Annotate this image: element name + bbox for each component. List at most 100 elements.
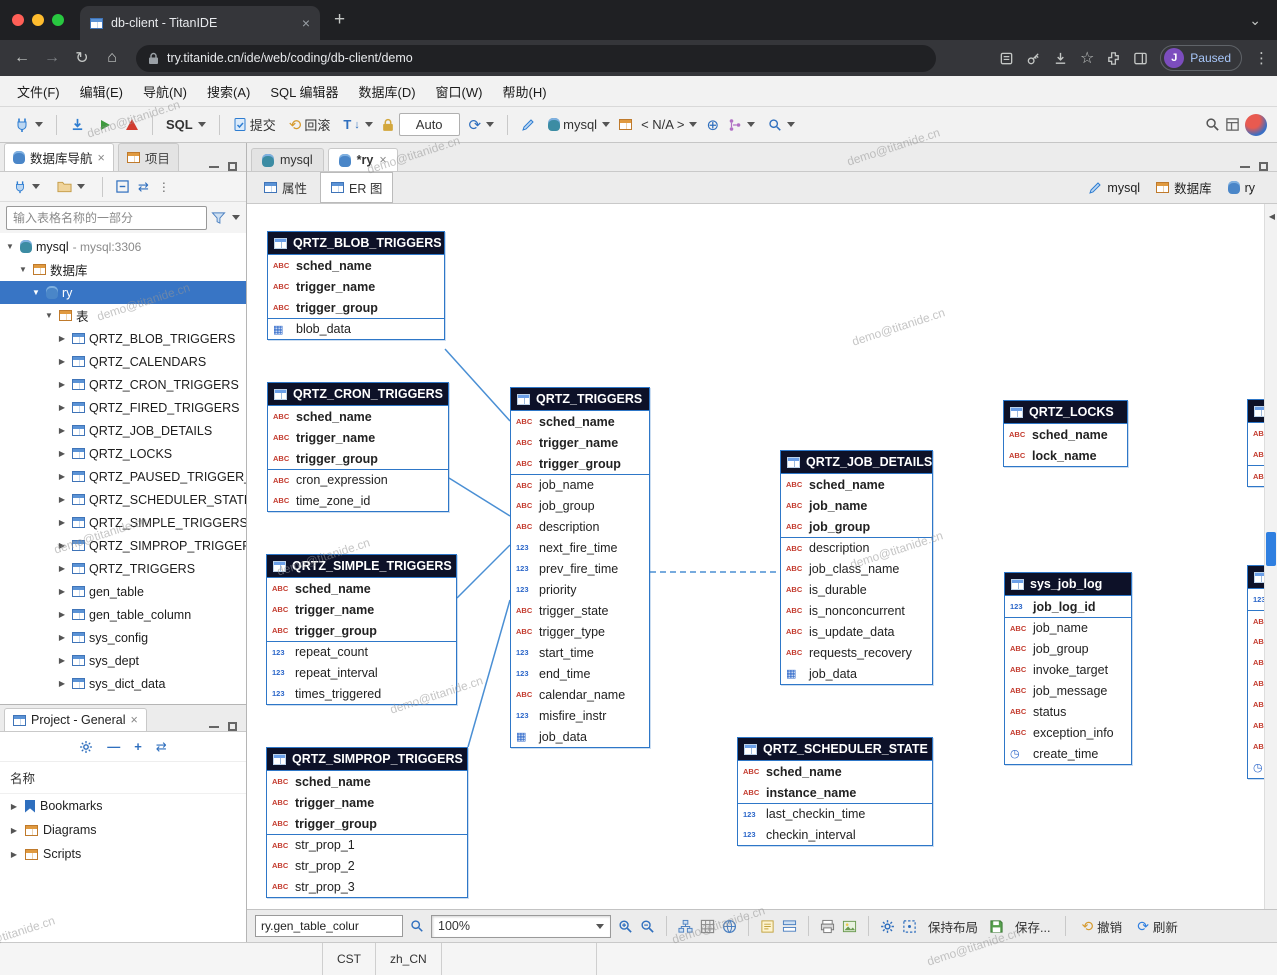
chevron-right-icon[interactable]: ▶ [56, 656, 68, 665]
er-column[interactable]: ABCjob_name [1005, 617, 1131, 638]
tree-item-QRTZ_CALENDARS[interactable]: ▶QRTZ_CALENDARS [0, 350, 246, 373]
rollback-button[interactable]: ⟲回滚 [285, 112, 335, 137]
tab-close-icon[interactable]: × [302, 15, 310, 31]
er-column[interactable]: ABCstr_prop_3 [267, 876, 467, 897]
tab-list-chevron-icon[interactable]: ⌄ [1249, 12, 1261, 29]
tab-project-general[interactable]: Project - General × [4, 708, 147, 731]
er-column[interactable]: ABCtrigger_name [267, 792, 467, 813]
er-entity-QRTZ_LOCKS[interactable]: QRTZ_LOCKSABCsched_nameABClock_name [1003, 400, 1128, 467]
menu-item[interactable]: 编辑(E) [71, 78, 132, 105]
chevron-right-icon[interactable]: ▶ [56, 357, 68, 366]
chevron-right-icon[interactable]: ▶ [8, 850, 20, 859]
er-column[interactable]: ABCis_durable [781, 579, 932, 600]
diagram-settings-gear-icon[interactable] [880, 919, 895, 934]
export-image-icon[interactable] [842, 919, 857, 934]
home-button[interactable]: ⌂ [98, 49, 126, 67]
er-column[interactable]: ABCsched_name [1004, 424, 1127, 445]
tree-item-QRTZ_LOCKS[interactable]: ▶QRTZ_LOCKS [0, 442, 246, 465]
er-column[interactable]: ABCjob_group [511, 495, 649, 516]
project-item-scripts[interactable]: ▶Scripts [0, 842, 246, 866]
tree-item-gen_table_column[interactable]: ▶gen_table_column [0, 603, 246, 626]
er-entity-QRTZ_SIMPROP_TRIGGERS[interactable]: QRTZ_SIMPROP_TRIGGERSABCsched_nameABCtri… [266, 747, 468, 898]
chevron-down-icon[interactable]: ▼ [4, 242, 16, 251]
er-column[interactable]: 123checkin_interval [738, 824, 932, 845]
select-region-icon[interactable] [902, 919, 917, 934]
sql-dialect-select[interactable]: SQL [162, 114, 210, 135]
tree-item-mysql[interactable]: ▼mysql - mysql:3306 [0, 235, 246, 258]
er-column[interactable]: ABCsched_name [268, 255, 444, 276]
er-column[interactable]: ABCis_update_data [781, 621, 932, 642]
side-panel-icon[interactable] [1133, 51, 1148, 66]
tree-item-QRTZ_PAUSED_TRIGGER_GRPS[interactable]: ▶QRTZ_PAUSED_TRIGGER_GRPS [0, 465, 246, 488]
er-entity-header[interactable]: QRTZ_LOCKS [1004, 401, 1127, 424]
run-script-button[interactable] [94, 115, 116, 135]
er-column[interactable]: 123repeat_count [267, 641, 456, 662]
er-column[interactable]: 123last_checkin_time [738, 803, 932, 824]
er-column[interactable]: ABCtrigger_group [268, 448, 448, 469]
er-column[interactable]: ABCcron_expression [268, 469, 448, 490]
collapse-panel-arrow-icon[interactable]: ◀ [1269, 212, 1275, 221]
diagram-view-icon[interactable] [722, 919, 737, 934]
chevron-right-icon[interactable]: ▶ [56, 587, 68, 596]
er-column[interactable]: ABCtrigger_group [267, 813, 467, 834]
er-column[interactable]: ABClock_name [1004, 445, 1127, 466]
er-column[interactable]: ▦blob_data [268, 318, 444, 339]
sql-editor-button[interactable] [66, 114, 89, 135]
er-column[interactable]: ABCjob_group [1005, 638, 1131, 659]
er-column[interactable]: ABCsched_name [267, 771, 467, 792]
er-column[interactable]: 123end_time [511, 663, 649, 684]
er-column[interactable]: ABCtime_zone_id [268, 490, 448, 511]
er-column[interactable]: ABCtrigger_group [268, 297, 444, 318]
er-column[interactable]: ABCtrigger_group [267, 620, 456, 641]
tab-projects[interactable]: 项目 [118, 143, 179, 171]
diagram-search-input[interactable] [255, 915, 403, 937]
notes-icon[interactable] [760, 919, 775, 934]
view-menu-kebab-icon[interactable]: ⋮ [158, 180, 170, 194]
er-relation-line[interactable] [468, 600, 510, 747]
er-column[interactable]: ABCtrigger_name [268, 427, 448, 448]
back-button[interactable]: ← [8, 49, 36, 67]
context-connection[interactable]: mysql [1088, 181, 1140, 195]
tree-item-sys_dict_data[interactable]: ▶sys_dict_data [0, 672, 246, 695]
er-column[interactable]: ABCtrigger_type [511, 621, 649, 642]
er-column[interactable]: 123next_fire_time [511, 537, 649, 558]
er-column[interactable]: ABCrequests_recovery [781, 642, 932, 663]
tab-database-navigator[interactable]: 数据库导航 × [4, 143, 114, 171]
new-folder-button[interactable] [53, 177, 89, 196]
chevron-right-icon[interactable]: ▶ [56, 679, 68, 688]
er-entity-sys_job_log[interactable]: sys_job_log123job_log_idABCjob_nameABCjo… [1004, 572, 1132, 765]
chevron-down-icon[interactable]: ▼ [30, 288, 42, 297]
er-entity-QRTZ_BLOB_TRIGGERS[interactable]: QRTZ_BLOB_TRIGGERSABCsched_name ABCtrigge… [267, 231, 445, 340]
er-column[interactable]: ABCinstance_name [738, 782, 932, 803]
er-relation-line[interactable] [445, 349, 510, 421]
er-column[interactable]: 123repeat_interval [267, 662, 456, 683]
collapse-all-icon[interactable] [116, 180, 129, 193]
undo-button[interactable]: ⟲撤销 [1077, 915, 1126, 938]
er-entity-header[interactable]: QRTZ_SCHEDULER_STATE [738, 738, 932, 761]
minimize-view-icon[interactable] [209, 726, 219, 728]
search-tools-select[interactable] [764, 115, 799, 135]
menu-item[interactable]: 搜索(A) [198, 78, 259, 105]
new-connection-button[interactable] [9, 177, 44, 197]
tree-item-表[interactable]: ▼表 [0, 304, 246, 327]
gear-icon[interactable] [79, 740, 93, 754]
zoom-in-icon[interactable] [618, 919, 633, 934]
er-entity-header[interactable]: sys_job_log [1005, 573, 1131, 596]
perspective-layout-icon[interactable] [1225, 117, 1240, 132]
project-item-diagrams[interactable]: ▶Diagrams [0, 818, 246, 842]
bookmark-star-icon[interactable]: ☆ [1080, 48, 1094, 68]
er-column[interactable]: ABCdescription [511, 516, 649, 537]
maximize-view-icon[interactable] [228, 162, 237, 171]
er-column[interactable]: ABCstr_prop_2 [267, 855, 467, 876]
tree-item-QRTZ_SIMPROP_TRIGGERS[interactable]: ▶QRTZ_SIMPROP_TRIGGERS [0, 534, 246, 557]
er-entity-header[interactable]: QRTZ_BLOB_TRIGGERS [268, 232, 444, 255]
auto-layout-icon[interactable] [678, 919, 693, 934]
close-icon[interactable]: × [379, 153, 386, 167]
er-column[interactable]: 123priority [511, 579, 649, 600]
er-column[interactable]: ABCis_nonconcurrent [781, 600, 932, 621]
subtab-er-diagram[interactable]: ER 图 [320, 172, 393, 203]
toggle-grid-icon[interactable] [700, 919, 715, 934]
commit-button[interactable]: 提交 [229, 112, 280, 137]
search-icon[interactable] [410, 919, 424, 933]
minimize-window-button[interactable] [32, 14, 44, 26]
